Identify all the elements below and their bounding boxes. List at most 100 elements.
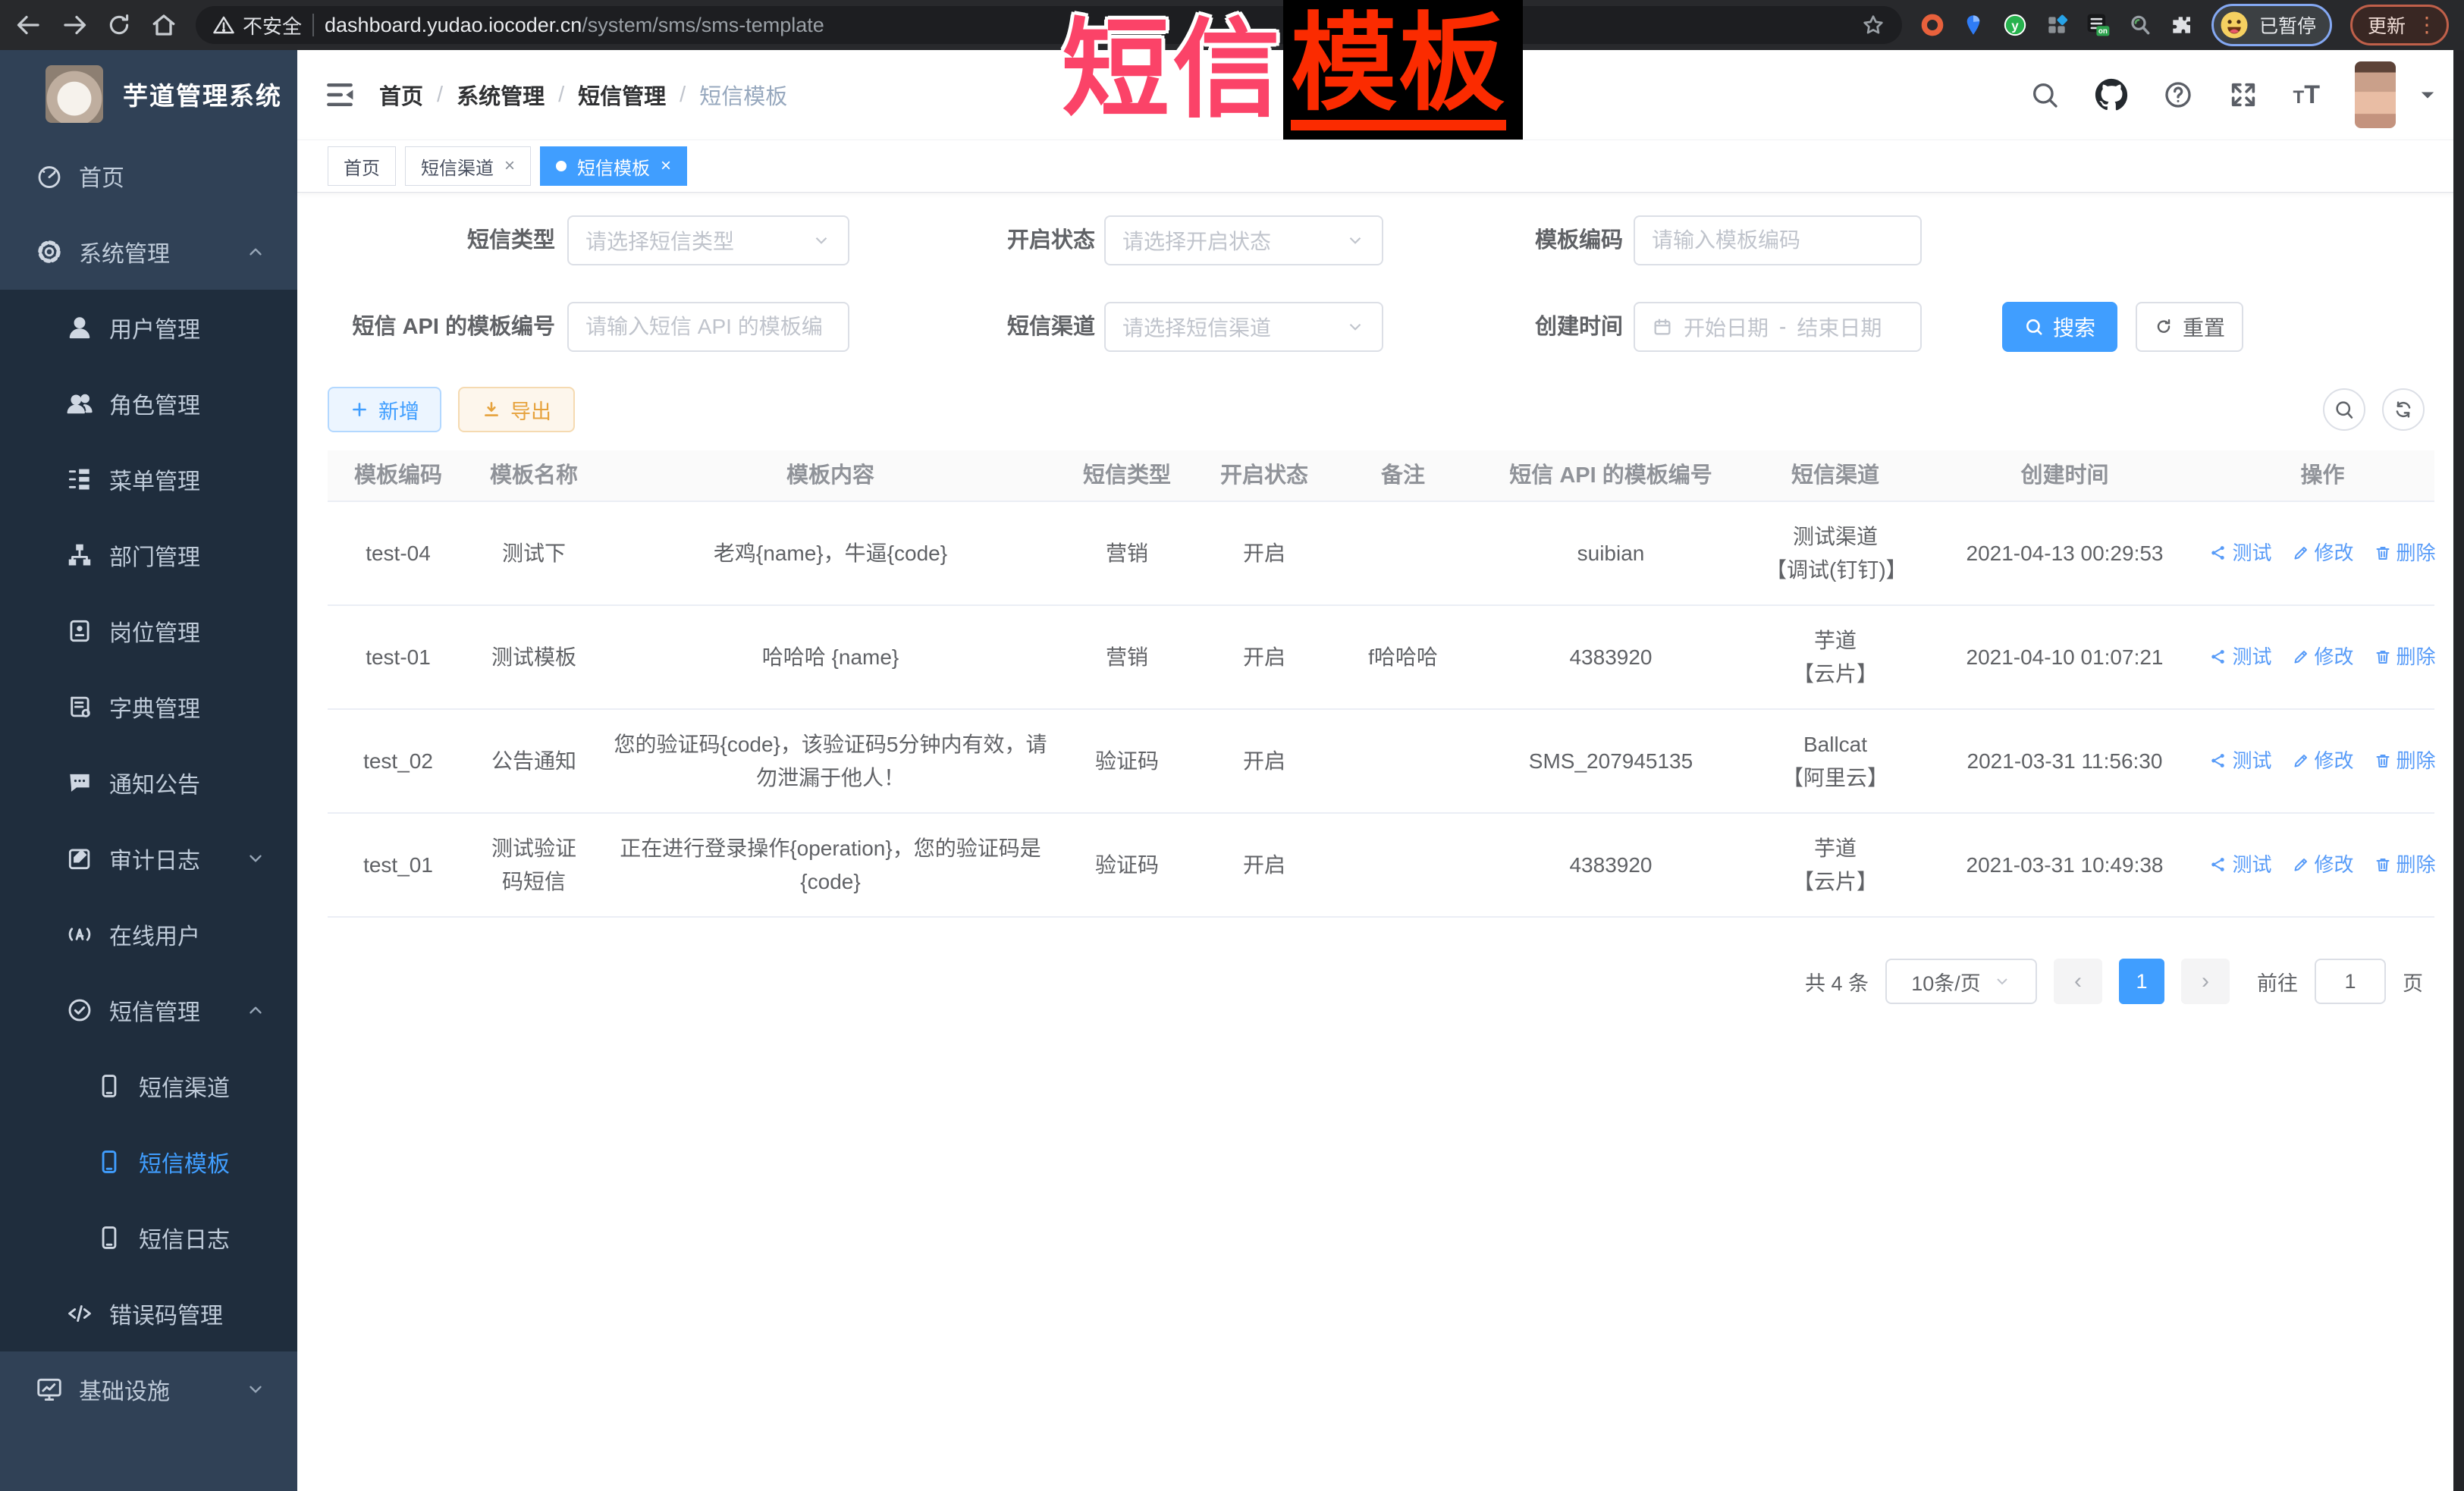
delete-link[interactable]: 删除	[2374, 538, 2436, 568]
edit-link[interactable]: 修改	[2292, 538, 2354, 568]
extension-green-y-icon[interactable]: y	[2002, 12, 2028, 38]
sidebar-item-online[interactable]: 在线用户	[0, 896, 297, 972]
template-code-input[interactable]	[1652, 228, 1904, 253]
extension-magnifier-icon[interactable]	[2128, 13, 2152, 37]
search-icon[interactable]	[2029, 80, 2060, 110]
sidebar-item-user[interactable]: 用户管理	[0, 290, 297, 366]
export-button[interactable]: 导出	[458, 387, 575, 432]
security-warning[interactable]: 不安全	[212, 11, 302, 39]
forward-icon[interactable]	[61, 11, 88, 39]
address-bar[interactable]: 不安全 dashboard.yudao.iocoder.cn/system/sm…	[196, 6, 1902, 44]
bookmark-star-icon[interactable]	[1861, 13, 1885, 37]
help-icon[interactable]	[2163, 80, 2193, 110]
cell-code: test-01	[328, 606, 469, 708]
sidebar-item-notice[interactable]: 通知公告	[0, 745, 297, 821]
browser-scrollbar[interactable]	[2453, 50, 2464, 1491]
chevron-down-icon	[1345, 317, 1365, 337]
add-button[interactable]: 新增	[328, 387, 441, 432]
channel-line: 【云片】	[1793, 658, 1878, 690]
browser-update-button[interactable]: 更新 ⋮	[2350, 5, 2449, 46]
template-code-input-wrap	[1634, 215, 1922, 265]
sidebar-item-label: 短信管理	[109, 993, 200, 1027]
sidebar-item-sms[interactable]: 短信管理	[0, 972, 297, 1048]
chevron-down-icon	[246, 1380, 265, 1399]
sidebar-item-role[interactable]: 角色管理	[0, 366, 297, 441]
test-link[interactable]: 测试	[2209, 538, 2271, 568]
url-text[interactable]: dashboard.yudao.iocoder.cn/system/sms/sm…	[325, 14, 824, 37]
status-select[interactable]: 请选择开启状态	[1104, 215, 1383, 265]
github-icon[interactable]	[2095, 78, 2128, 111]
edit-link[interactable]: 修改	[2292, 849, 2354, 880]
test-link[interactable]: 测试	[2209, 849, 2271, 880]
home-icon[interactable]	[150, 11, 177, 39]
tab-首页[interactable]: 首页	[328, 146, 396, 186]
breadcrumb-item[interactable]: 短信管理	[578, 79, 666, 111]
table-row: test_01测试验证码短信正在进行登录操作{operation}，您的验证码是…	[328, 814, 2434, 918]
cell-name: 公告通知	[469, 710, 599, 812]
chevron-down-icon[interactable]	[2417, 84, 2438, 105]
extension-orange-ring-icon[interactable]	[1920, 13, 1945, 37]
pagination-total: 共 4 条	[1805, 967, 1869, 997]
delete-link[interactable]: 删除	[2374, 746, 2436, 776]
sidebar-item-menu[interactable]: 菜单管理	[0, 441, 297, 517]
extension-list-on-icon[interactable]: on	[2086, 12, 2111, 38]
show-search-button[interactable]	[2323, 388, 2365, 431]
channel-select[interactable]: 请选择短信渠道	[1104, 302, 1383, 352]
browser-toolbar: 不安全 dashboard.yudao.iocoder.cn/system/sm…	[0, 0, 2464, 50]
sidebar-item-audit[interactable]: 审计日志	[0, 821, 297, 896]
api-template-id-input[interactable]	[585, 315, 831, 339]
hamburger-icon[interactable]	[323, 78, 356, 111]
breadcrumb-item[interactable]: 系统管理	[457, 79, 545, 111]
browser-profile-chip[interactable]: 已暂停	[2211, 4, 2332, 46]
delete-link[interactable]: 删除	[2374, 642, 2436, 672]
prev-page-button[interactable]: ‹	[2054, 959, 2102, 1004]
tab-短信模板[interactable]: 短信模板×	[540, 146, 687, 186]
font-size-icon[interactable]: TT	[2293, 82, 2320, 108]
reset-button[interactable]: 重置	[2136, 302, 2243, 352]
sidebar-item-dict[interactable]: 字典管理	[0, 669, 297, 745]
delete-link[interactable]: 删除	[2374, 849, 2436, 880]
sms-type-placeholder: 请选择短信类型	[585, 225, 801, 256]
close-icon[interactable]: ×	[504, 157, 515, 175]
action-label: 测试	[2232, 538, 2271, 568]
page-1-button[interactable]: 1	[2119, 959, 2164, 1004]
refresh-table-button[interactable]	[2382, 388, 2425, 431]
sidebar-logo[interactable]: 芋道管理系统	[0, 50, 297, 138]
extension-blue-pin-icon[interactable]	[1961, 13, 1985, 37]
extensions-puzzle-icon[interactable]	[2169, 13, 2193, 37]
sidebar-item-home[interactable]: 首页	[0, 138, 297, 214]
sidebar-item-sms-channel[interactable]: 短信渠道	[0, 1048, 297, 1124]
close-icon[interactable]: ×	[661, 157, 671, 175]
tab-短信渠道[interactable]: 短信渠道×	[405, 146, 531, 186]
test-link[interactable]: 测试	[2209, 746, 2271, 776]
channel-line: 【调试(钉钉)】	[1766, 554, 1905, 586]
user-avatar[interactable]	[2355, 61, 2396, 128]
action-label: 修改	[2315, 642, 2354, 672]
sidebar-item-system[interactable]: 系统管理	[0, 214, 297, 290]
sms-type-select[interactable]: 请选择短信类型	[567, 215, 849, 265]
phone-icon	[95, 1147, 124, 1176]
breadcrumb-separator: /	[680, 83, 686, 108]
extension-grid-icon[interactable]	[2045, 13, 2069, 37]
back-icon[interactable]	[15, 11, 42, 39]
sidebar-item-sms-log[interactable]: 短信日志	[0, 1200, 297, 1276]
breadcrumb-item[interactable]: 首页	[379, 79, 423, 111]
dashboard-icon	[35, 162, 64, 190]
page-size-select[interactable]: 10条/页	[1885, 959, 2037, 1004]
search-button[interactable]: 搜索	[2002, 302, 2117, 352]
fullscreen-icon[interactable]	[2228, 80, 2258, 110]
sidebar-item-post[interactable]: 岗位管理	[0, 593, 297, 669]
sidebar-item-errcode[interactable]: 错误码管理	[0, 1276, 297, 1351]
date-range-picker[interactable]: 开始日期 - 结束日期	[1634, 302, 1922, 352]
browser-menu-dots-icon[interactable]: ⋮	[2416, 14, 2437, 36]
test-link[interactable]: 测试	[2209, 642, 2271, 672]
sidebar-item-sms-template[interactable]: 短信模板	[0, 1124, 297, 1200]
goto-page-input[interactable]	[2315, 959, 2386, 1004]
reload-icon[interactable]	[106, 12, 132, 38]
sidebar-item-dept[interactable]: 部门管理	[0, 517, 297, 593]
sidebar-item-infra[interactable]: 基础设施	[0, 1351, 297, 1427]
refresh-icon	[2154, 317, 2174, 337]
edit-link[interactable]: 修改	[2292, 746, 2354, 776]
edit-link[interactable]: 修改	[2292, 642, 2354, 672]
next-page-button[interactable]: ›	[2181, 959, 2230, 1004]
